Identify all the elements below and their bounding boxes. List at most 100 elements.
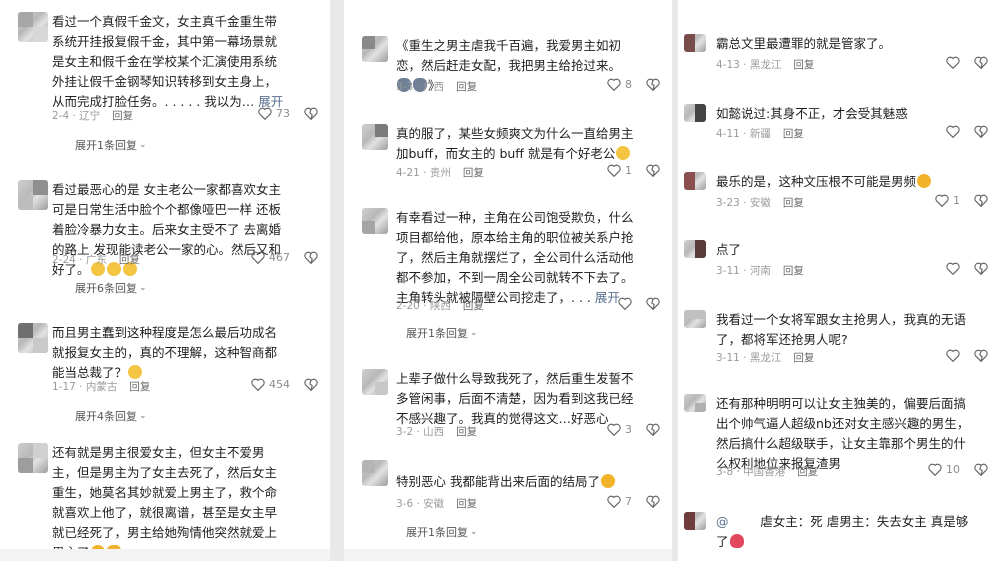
comment-time-location: 4-21 · 贵州	[396, 167, 451, 179]
dislike-button[interactable]	[974, 349, 988, 362]
reply-button[interactable]: 回复	[456, 79, 477, 94]
dislike-button[interactable]	[974, 56, 988, 69]
like-button[interactable]	[946, 125, 960, 138]
like-button[interactable]	[618, 297, 632, 310]
dislike-button[interactable]	[646, 423, 660, 436]
avatar[interactable]	[684, 172, 706, 190]
reply-button[interactable]: 回复	[783, 195, 804, 210]
dislike-button[interactable]	[646, 78, 660, 91]
reply-button[interactable]: 回复	[783, 126, 804, 141]
comment-text: 我看过一个女将军跟女主抢男人，我真的无语了，都将军还抢男人呢?	[716, 312, 967, 347]
reply-button[interactable]: 回复	[129, 379, 150, 394]
expand-replies-button[interactable]: 展开4条回复 ⌄	[75, 408, 147, 424]
comment-text: @ 虐女主：死 虐男主：失去女主 真是够了	[716, 514, 969, 549]
dislike-button[interactable]	[974, 262, 988, 275]
like-button[interactable]	[946, 349, 960, 362]
avatar[interactable]	[684, 512, 706, 530]
heart-emoji-icon	[729, 534, 744, 548]
heart-outline-icon	[607, 164, 621, 177]
comment-time-location: 3-11 · 黑龙江	[716, 352, 782, 364]
dislike-button[interactable]	[974, 194, 988, 207]
avatar[interactable]	[362, 208, 388, 234]
avatar[interactable]	[684, 394, 706, 412]
avatar[interactable]	[362, 460, 388, 486]
heart-outline-icon	[928, 463, 942, 476]
comment-item: 还有就是男主很爱女主，但女主不爱男主，但是男主为了女主去死了，然后女主重生，她莫…	[0, 443, 330, 560]
broken-heart-icon	[974, 349, 988, 362]
like-button[interactable]: 8	[607, 78, 632, 91]
avatar[interactable]	[684, 34, 706, 52]
reply-button[interactable]: 回复	[456, 424, 477, 439]
expand-text-link[interactable]: 展开	[595, 290, 620, 305]
heart-outline-icon	[935, 194, 949, 207]
avatar[interactable]	[684, 310, 706, 328]
dislike-button[interactable]	[646, 164, 660, 177]
broken-heart-icon	[304, 378, 318, 391]
comment-item: 特别恶心 我都能背出来后面的结局了 3-6 · 安徽 回复 7 展开1条回复 ⌄	[344, 460, 672, 550]
mention-tag[interactable]: @	[716, 514, 729, 529]
reply-button[interactable]: 回复	[783, 263, 804, 278]
heart-outline-icon	[946, 56, 960, 69]
reply-button[interactable]: 回复	[793, 57, 814, 72]
avatar[interactable]	[362, 369, 388, 395]
like-button[interactable]: 454	[251, 378, 290, 391]
reply-button[interactable]: 回复	[793, 350, 814, 365]
comment-time-location: 3-8 · 中国香港	[716, 466, 786, 478]
like-button[interactable]: 10	[928, 463, 960, 476]
avatar[interactable]	[684, 104, 706, 122]
avatar[interactable]	[684, 240, 706, 258]
like-button[interactable]: 73	[258, 107, 290, 120]
avatar[interactable]	[18, 180, 48, 210]
like-count: 10	[946, 463, 960, 476]
comment-meta: 2-20 · 陕西 回复	[396, 298, 484, 313]
chevron-down-icon: ⌄	[139, 411, 147, 421]
dislike-button[interactable]	[304, 251, 318, 264]
like-button[interactable]: 1	[935, 194, 960, 207]
expand-replies-button[interactable]: 展开6条回复 ⌄	[75, 280, 147, 296]
like-button[interactable]: 1	[607, 164, 632, 177]
comment-meta: 2-4 · 辽宁 回复	[52, 108, 133, 123]
like-button[interactable]	[946, 56, 960, 69]
like-button[interactable]: 7	[607, 495, 632, 508]
comment-meta: 1-17 · 内蒙古 回复	[52, 379, 150, 394]
like-count: 3	[625, 423, 632, 436]
like-button[interactable]: 3	[607, 423, 632, 436]
expand-replies-button[interactable]: 展开1条回复 ⌄	[75, 137, 147, 153]
comment-time-location: 3-6 · 安徽	[396, 498, 445, 510]
dislike-button[interactable]	[646, 495, 660, 508]
comment-text: 还有那种明明可以让女主独美的，偏要后面搞出个帅气逼人超级nb还对女主感兴趣的男生…	[716, 396, 970, 471]
reply-button[interactable]: 回复	[119, 252, 140, 267]
comment-column-2: 《重生之男主虐我千百遍，我爱男主如初恋，然后赶走女配，我把男主给抢过来。》 3-…	[344, 0, 672, 561]
chevron-down-icon: ⌄	[139, 283, 147, 293]
heart-outline-icon	[946, 349, 960, 362]
reply-button[interactable]: 回复	[463, 165, 484, 180]
chevron-down-icon: ⌄	[470, 328, 478, 338]
avatar[interactable]	[362, 124, 388, 150]
reply-button[interactable]: 回复	[463, 298, 484, 313]
reply-button[interactable]: 回复	[112, 108, 133, 123]
broken-heart-icon	[974, 56, 988, 69]
dislike-button[interactable]	[974, 125, 988, 138]
dislike-button[interactable]	[974, 463, 988, 476]
broken-heart-icon	[304, 107, 318, 120]
avatar[interactable]	[18, 323, 48, 353]
dislike-button[interactable]	[304, 107, 318, 120]
comment-time-location: 3-2 · 山西	[396, 426, 445, 438]
like-button[interactable]: 467	[251, 251, 290, 264]
avatar[interactable]	[18, 12, 48, 42]
reply-button[interactable]: 回复	[456, 496, 477, 511]
expand-replies-button[interactable]: 展开1条回复 ⌄	[406, 325, 478, 341]
dislike-button[interactable]	[646, 297, 660, 310]
expand-replies-button[interactable]: 展开1条回复 ⌄	[406, 524, 478, 540]
reply-button[interactable]: 回复	[797, 464, 818, 479]
comment-text: 上辈子做什么导致我死了，然后重生发誓不多管闲事，后面不清楚，因为看到这我已经不感…	[396, 371, 634, 426]
broken-heart-icon	[974, 262, 988, 275]
smile-emoji-icon	[616, 146, 631, 160]
dislike-button[interactable]	[304, 378, 318, 391]
comment-item: 我看过一个女将军跟女主抢男人，我真的无语了，都将军还抢男人呢? 3-11 · 黑…	[678, 310, 1000, 370]
avatar[interactable]	[362, 36, 388, 62]
like-button[interactable]	[946, 262, 960, 275]
like-count: 8	[625, 78, 632, 91]
avatar[interactable]	[18, 443, 48, 473]
crying-laugh-emoji-icon	[600, 474, 615, 488]
